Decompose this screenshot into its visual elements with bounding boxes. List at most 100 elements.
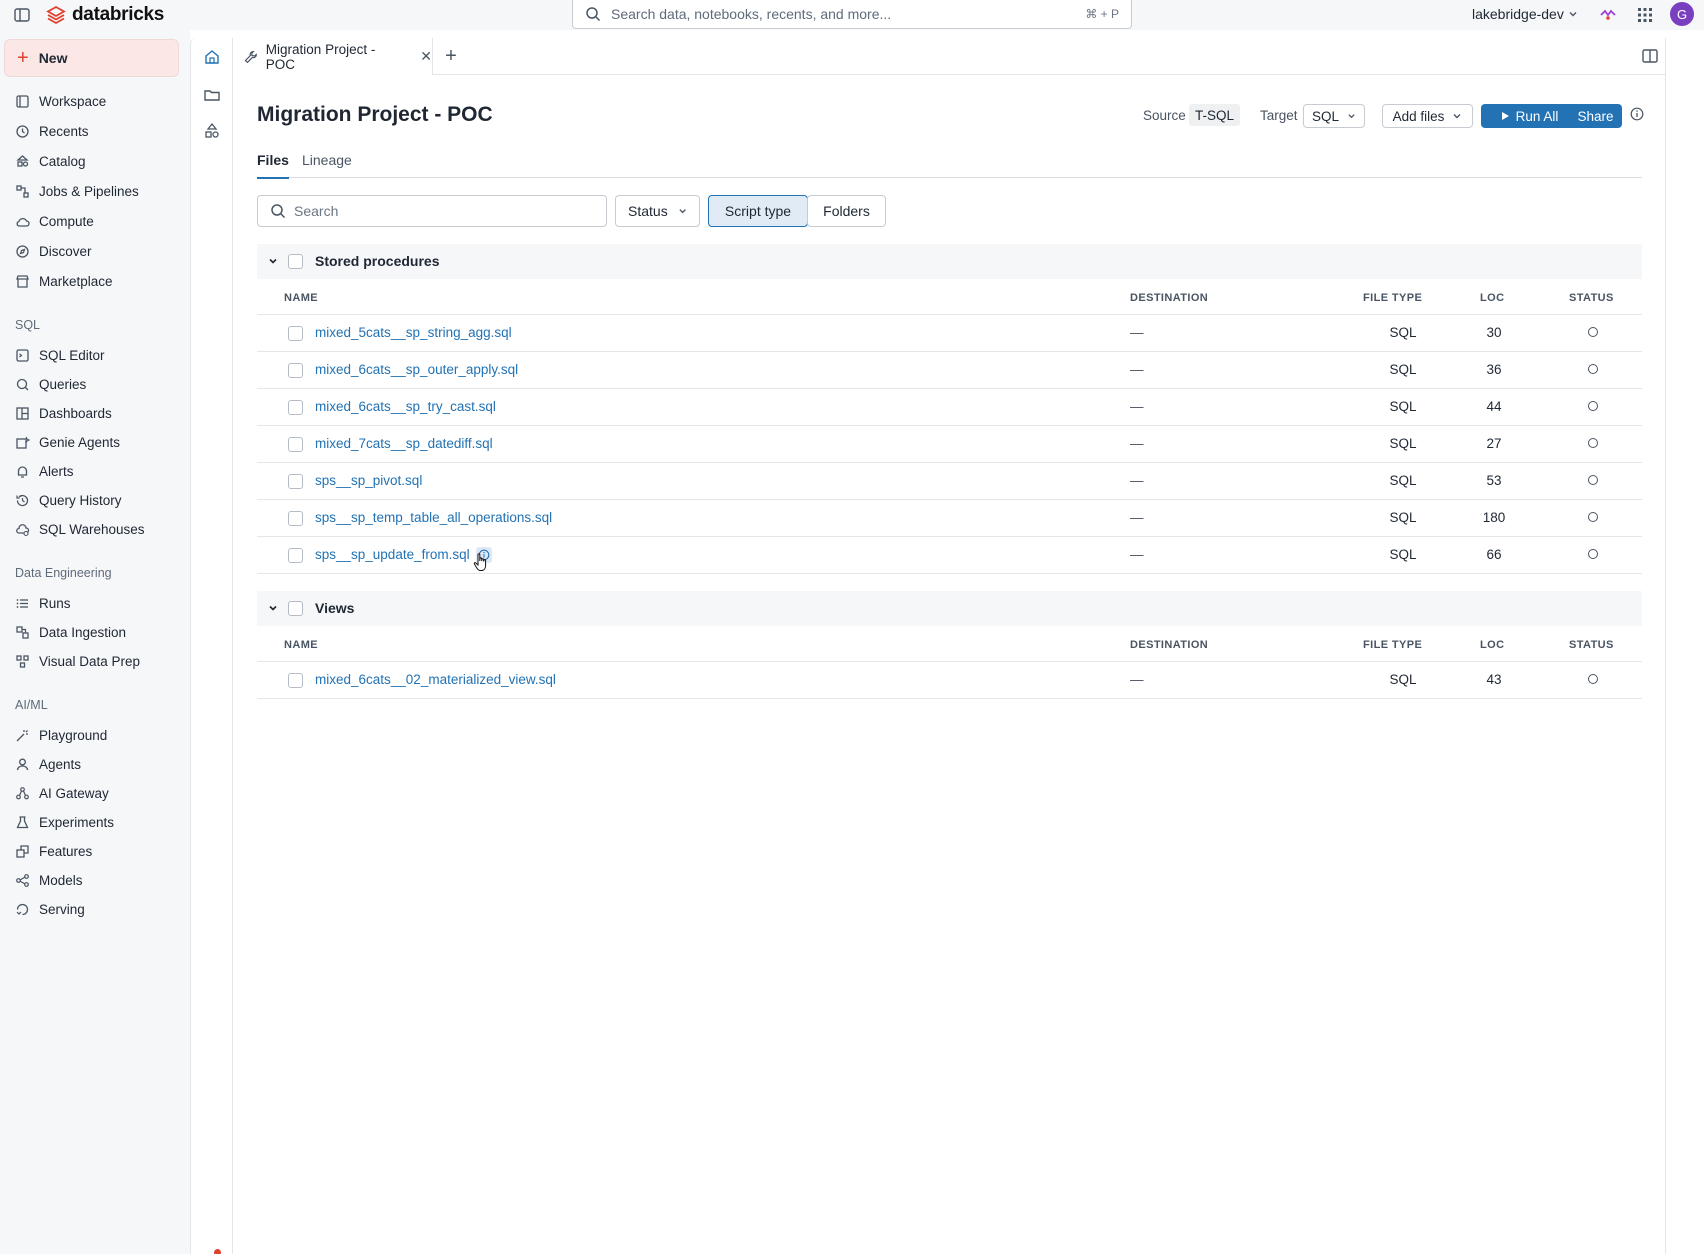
global-search-input[interactable]: Search data, notebooks, recents, and mor… bbox=[572, 0, 1132, 29]
file-name-link[interactable]: sps__sp_pivot.sql bbox=[315, 473, 422, 488]
row-checkbox[interactable] bbox=[288, 326, 303, 341]
sidebar-item-compute[interactable]: Compute bbox=[15, 208, 94, 234]
share-button[interactable]: Share bbox=[1569, 104, 1622, 128]
tab-migration-project[interactable]: Migration Project - POC ✕ bbox=[233, 38, 433, 75]
sidebar-item-label: Runs bbox=[39, 595, 71, 611]
info-icon[interactable] bbox=[1630, 107, 1644, 121]
sidebar-item-label: Features bbox=[39, 843, 93, 859]
col-destination[interactable]: DESTINATION bbox=[1130, 639, 1208, 651]
sidebar-item-playground[interactable]: Playground bbox=[15, 722, 107, 748]
folder-icon[interactable] bbox=[203, 86, 221, 104]
file-name-link[interactable]: sps__sp_temp_table_all_operations.sql bbox=[315, 510, 552, 525]
sidebar-item-visual-data-prep[interactable]: Visual Data Prep bbox=[15, 648, 140, 674]
file-name-link[interactable]: mixed_6cats__sp_try_cast.sql bbox=[315, 399, 496, 414]
assistant-icon[interactable] bbox=[1599, 6, 1617, 24]
sidebar-toggle-icon[interactable] bbox=[13, 6, 31, 24]
table-row[interactable]: mixed_5cats__sp_string_agg.sql — SQL 30 bbox=[257, 315, 1642, 352]
tab-files[interactable]: Files bbox=[257, 152, 289, 179]
col-file-type[interactable]: FILE TYPE bbox=[1363, 639, 1422, 651]
col-name[interactable]: NAME bbox=[284, 292, 318, 304]
row-checkbox[interactable] bbox=[288, 548, 303, 563]
group-checkbox[interactable] bbox=[288, 254, 303, 269]
folders-toggle[interactable]: Folders bbox=[807, 195, 886, 227]
databricks-logo[interactable]: databricks bbox=[46, 4, 164, 26]
group-header-stored-procedures[interactable]: Stored procedures bbox=[257, 244, 1642, 279]
col-loc[interactable]: LOC bbox=[1480, 639, 1504, 651]
file-type-cell: SQL bbox=[1389, 510, 1417, 525]
chevron-down-icon[interactable] bbox=[267, 602, 279, 614]
row-checkbox[interactable] bbox=[288, 363, 303, 378]
sidebar-item-models[interactable]: Models bbox=[15, 867, 83, 893]
sidebar-item-ai-gateway[interactable]: AI Gateway bbox=[15, 780, 109, 806]
row-checkbox[interactable] bbox=[288, 437, 303, 452]
table-row[interactable]: sps__sp_update_from.sql — SQL 66 bbox=[257, 537, 1642, 574]
sidebar-item-workspace[interactable]: Workspace bbox=[15, 88, 106, 114]
sidebar-item-agents[interactable]: Agents bbox=[15, 751, 81, 777]
avatar[interactable]: G bbox=[1670, 2, 1694, 26]
run-all-button[interactable]: Run All bbox=[1481, 104, 1577, 128]
home-icon[interactable] bbox=[203, 48, 221, 66]
sidebar-item-marketplace[interactable]: Marketplace bbox=[15, 268, 113, 294]
sidebar-item-sql-warehouses[interactable]: SQL Warehouses bbox=[15, 516, 145, 542]
tab-lineage[interactable]: Lineage bbox=[302, 152, 352, 177]
group-header-views[interactable]: Views bbox=[257, 591, 1642, 626]
split-panel-icon[interactable] bbox=[1641, 47, 1659, 65]
table-row[interactable]: mixed_6cats__02_materialized_view.sql — … bbox=[257, 662, 1642, 699]
col-status[interactable]: STATUS bbox=[1569, 292, 1614, 304]
sidebar-item-label: Serving bbox=[39, 901, 85, 917]
sidebar-item-runs[interactable]: Runs bbox=[15, 590, 71, 616]
table-row[interactable]: mixed_6cats__sp_try_cast.sql — SQL 44 bbox=[257, 389, 1642, 426]
file-search-input[interactable] bbox=[257, 195, 607, 227]
sidebar-item-label: Catalog bbox=[39, 153, 86, 169]
sidebar-item-label: AI Gateway bbox=[39, 785, 109, 801]
sidebar-item-serving[interactable]: Serving bbox=[15, 896, 85, 922]
table-row[interactable]: sps__sp_pivot.sql — SQL 53 bbox=[257, 463, 1642, 500]
file-name-link[interactable]: mixed_7cats__sp_datediff.sql bbox=[315, 436, 493, 451]
col-status[interactable]: STATUS bbox=[1569, 639, 1614, 651]
apps-grid-icon[interactable] bbox=[1636, 6, 1654, 24]
table-row[interactable]: mixed_6cats__sp_outer_apply.sql — SQL 36 bbox=[257, 352, 1642, 389]
chevron-down-icon[interactable] bbox=[267, 255, 279, 267]
sidebar-item-queries[interactable]: Queries bbox=[15, 371, 86, 397]
run-all-label: Run All bbox=[1515, 108, 1559, 124]
workspace-switcher[interactable]: lakebridge-dev bbox=[1472, 6, 1578, 22]
sidebar-item-jobs-pipelines[interactable]: Jobs & Pipelines bbox=[15, 178, 139, 204]
page-tabs: Files Lineage bbox=[257, 140, 1642, 179]
sidebar-item-alerts[interactable]: Alerts bbox=[15, 458, 74, 484]
row-checkbox[interactable] bbox=[288, 511, 303, 526]
file-search-field[interactable] bbox=[294, 203, 594, 219]
sidebar-item-sql-editor[interactable]: SQL Editor bbox=[15, 342, 105, 368]
file-name-link[interactable]: mixed_6cats__02_materialized_view.sql bbox=[315, 672, 556, 687]
script-type-toggle[interactable]: Script type bbox=[708, 195, 808, 227]
sidebar-item-discover[interactable]: Discover bbox=[15, 238, 92, 264]
file-name-link[interactable]: sps__sp_update_from.sql bbox=[315, 547, 470, 562]
table-row[interactable]: sps__sp_temp_table_all_operations.sql — … bbox=[257, 500, 1642, 537]
sidebar-item-data-ingestion[interactable]: Data Ingestion bbox=[15, 619, 126, 645]
sidebar-item-genie-agents[interactable]: Genie Agents bbox=[15, 429, 120, 455]
file-name-link[interactable]: mixed_6cats__sp_outer_apply.sql bbox=[315, 362, 518, 377]
shapes-icon[interactable] bbox=[203, 122, 221, 140]
row-checkbox[interactable] bbox=[288, 400, 303, 415]
status-filter[interactable]: Status bbox=[615, 195, 700, 227]
sidebar-item-features[interactable]: Features bbox=[15, 838, 92, 864]
add-files-button[interactable]: Add files bbox=[1382, 104, 1473, 128]
table-row[interactable]: mixed_7cats__sp_datediff.sql — SQL 27 bbox=[257, 426, 1642, 463]
sidebar-item-recents[interactable]: Recents bbox=[15, 118, 89, 144]
group-checkbox[interactable] bbox=[288, 601, 303, 616]
new-button[interactable]: + New bbox=[4, 39, 179, 77]
sidebar-item-dashboards[interactable]: Dashboards bbox=[15, 400, 112, 426]
col-destination[interactable]: DESTINATION bbox=[1130, 292, 1208, 304]
sidebar-item-catalog[interactable]: Catalog bbox=[15, 148, 86, 174]
row-checkbox[interactable] bbox=[288, 673, 303, 688]
add-tab-icon[interactable]: + bbox=[439, 44, 463, 68]
row-checkbox[interactable] bbox=[288, 474, 303, 489]
target-select[interactable]: SQL bbox=[1303, 104, 1365, 128]
sidebar-item-experiments[interactable]: Experiments bbox=[15, 809, 114, 835]
close-icon[interactable]: ✕ bbox=[420, 48, 432, 65]
sidebar-item-query-history[interactable]: Query History bbox=[15, 487, 122, 513]
col-name[interactable]: NAME bbox=[284, 639, 318, 651]
col-file-type[interactable]: FILE TYPE bbox=[1363, 292, 1422, 304]
file-type-cell: SQL bbox=[1389, 436, 1417, 451]
file-name-link[interactable]: mixed_5cats__sp_string_agg.sql bbox=[315, 325, 512, 340]
col-loc[interactable]: LOC bbox=[1480, 292, 1504, 304]
